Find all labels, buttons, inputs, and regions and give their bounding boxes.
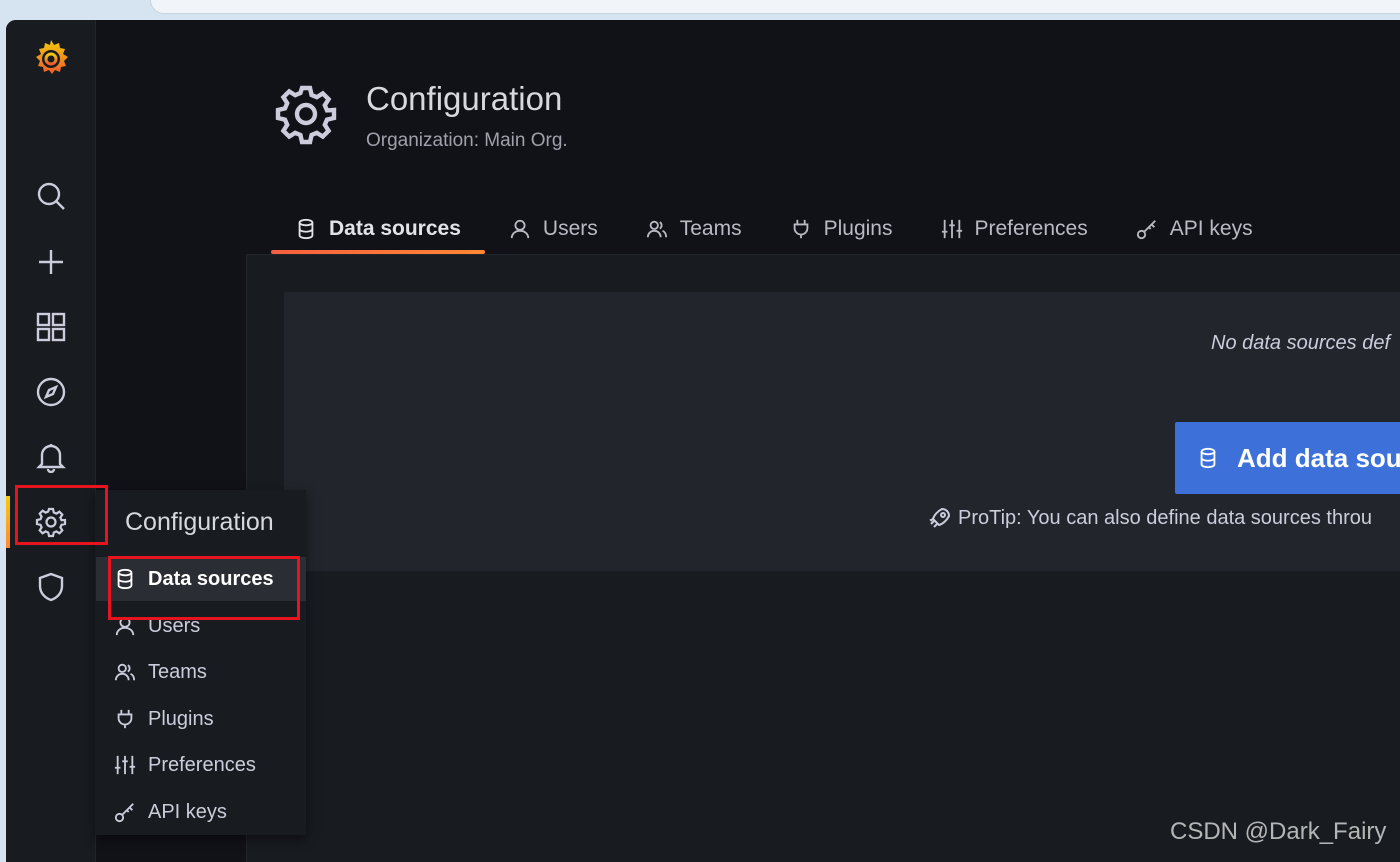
users-icon	[646, 218, 668, 240]
dashboards-icon	[36, 312, 66, 342]
create-button[interactable]	[6, 236, 96, 288]
empty-message: No data sources def	[1211, 332, 1390, 354]
tab-plugins[interactable]: Plugins	[766, 206, 917, 252]
address-bar[interactable]	[150, 0, 1400, 14]
sliders-icon	[941, 218, 963, 240]
tab-label: Teams	[679, 217, 742, 240]
empty-list-card: No data sources def Add data sou ProTip:…	[284, 292, 1400, 571]
search-icon	[37, 182, 65, 210]
dropdown-item-label: Plugins	[148, 707, 214, 730]
side-menu	[6, 20, 96, 862]
page-body: No data sources def Add data sou ProTip:…	[246, 254, 1400, 862]
dropdown-item-plugins[interactable]: Plugins	[96, 697, 306, 741]
dropdown-item-teams[interactable]: Teams	[96, 650, 306, 694]
alerting-button[interactable]	[6, 431, 96, 483]
database-icon	[295, 218, 317, 240]
explore-button[interactable]	[6, 366, 96, 418]
browser-address-strip	[0, 0, 1400, 20]
tab-api-keys[interactable]: API keys	[1112, 206, 1277, 252]
grafana-app: Configuration Organization: Main Org. Da…	[6, 20, 1400, 862]
dropdown-item-api-keys[interactable]: API keys	[96, 790, 306, 834]
plug-icon	[114, 708, 136, 730]
dropdown-item-preferences[interactable]: Preferences	[96, 743, 306, 787]
search-button[interactable]	[6, 170, 96, 222]
dropdown-item-label: Preferences	[148, 753, 256, 776]
plus-icon	[39, 250, 63, 274]
rocket-icon	[929, 507, 951, 528]
tab-label: Users	[542, 217, 598, 240]
dropdown-item-label: Teams	[148, 660, 207, 683]
tab-label: Plugins	[823, 217, 893, 240]
tab-preferences[interactable]: Preferences	[917, 206, 1112, 252]
add-data-source-button[interactable]: Add data sou	[1175, 422, 1400, 494]
page-title: Configuration	[366, 80, 563, 117]
users-icon	[114, 661, 136, 683]
highlight-box-data-sources	[108, 556, 300, 620]
tab-label: API keys	[1169, 217, 1253, 240]
highlight-box-gear	[15, 485, 108, 545]
page-subtitle: Organization: Main Org.	[366, 130, 568, 151]
protip: ProTip: You can also define data sources…	[928, 506, 1372, 530]
configuration-dropdown-menu: Configuration Data sources Users Teams P…	[96, 490, 306, 835]
dashboards-button[interactable]	[6, 301, 96, 353]
dropdown-item-label: API keys	[148, 800, 227, 823]
tab-bar: Data sources Users Teams Plugins Prefere…	[271, 206, 1277, 254]
watermark: CSDN @Dark_Fairy	[1170, 818, 1387, 845]
database-icon	[1197, 447, 1219, 469]
shield-icon	[38, 572, 64, 602]
key-icon	[1136, 218, 1158, 240]
bell-icon	[36, 444, 66, 473]
tab-label: Preferences	[974, 217, 1088, 240]
key-icon	[114, 801, 136, 823]
tab-teams[interactable]: Teams	[622, 206, 766, 252]
server-admin-button[interactable]	[6, 561, 96, 613]
grafana-logo-icon[interactable]	[30, 37, 72, 79]
user-icon	[509, 218, 531, 240]
plug-icon	[790, 218, 812, 240]
gear-icon	[275, 85, 337, 145]
add-button-label: Add data sou	[1237, 442, 1400, 473]
tab-label: Data sources	[329, 217, 461, 240]
compass-icon	[36, 377, 66, 407]
protip-text: ProTip: You can also define data sources…	[958, 506, 1372, 529]
dropdown-title[interactable]: Configuration	[125, 508, 274, 537]
sliders-icon	[114, 754, 136, 776]
tab-users[interactable]: Users	[485, 206, 622, 252]
tab-data-sources[interactable]: Data sources	[271, 206, 485, 254]
